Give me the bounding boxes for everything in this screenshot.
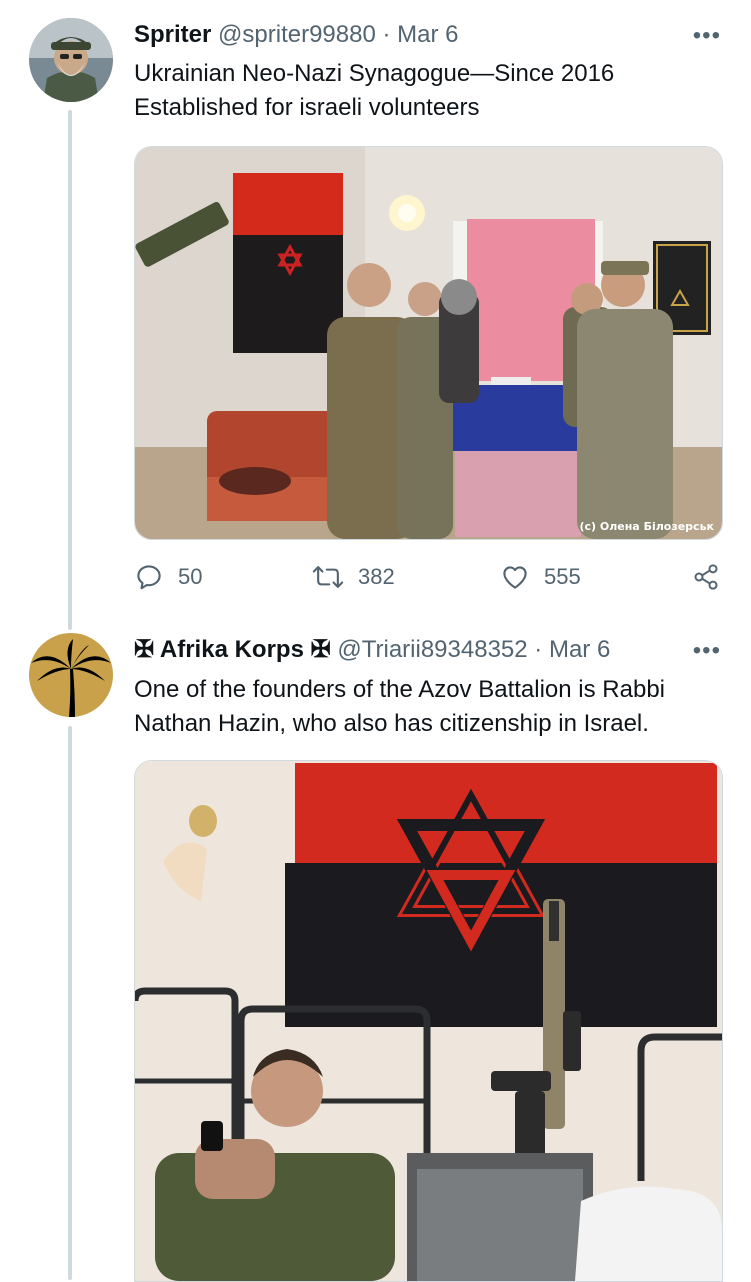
- heart-icon: [503, 566, 527, 589]
- thread-line-2: [68, 726, 72, 1280]
- avatar-palm-image: [29, 633, 113, 717]
- avatar-image: [29, 18, 113, 102]
- thread-line-1: [68, 110, 72, 630]
- avatar[interactable]: [29, 18, 113, 102]
- retweet-count: 382: [358, 564, 395, 589]
- retweet-icon: [312, 566, 344, 588]
- like-button[interactable]: 555: [500, 562, 581, 592]
- tweet-text-line: One of the founders of the Azov Battalio…: [134, 676, 665, 703]
- share-icon: [694, 564, 718, 590]
- timestamp[interactable]: · Mar 6: [534, 636, 610, 663]
- tweet-text: One of the founders of the Azov Battalio…: [134, 673, 665, 741]
- like-count: 555: [544, 564, 581, 589]
- tweet-text-line: Established for israeli volunteers: [134, 94, 480, 121]
- tweet-photo[interactable]: (c) Олена Білозерськ: [134, 146, 723, 540]
- handle[interactable]: @spriter99880: [218, 21, 376, 48]
- photo-bedroom-flag: [135, 761, 722, 1281]
- photo-credit: (c) Олена Білозерськ: [579, 520, 714, 533]
- avatar[interactable]: [29, 633, 113, 717]
- more-options-button[interactable]: •••: [693, 22, 721, 50]
- timestamp[interactable]: · Mar 6: [382, 21, 458, 48]
- tweet-text: Ukrainian Neo-Nazi Synagogue—Since 2016 …: [134, 57, 614, 125]
- reply-icon: [137, 565, 161, 590]
- tweet-text-line: Nathan Hazin, who also has citizenship i…: [134, 710, 649, 737]
- reply-count: 50: [178, 564, 203, 589]
- tweet-header: ✠ Afrika Korps ✠ @Triarii89348352 · Mar …: [134, 635, 610, 665]
- photo-synagogue-room: [135, 147, 722, 539]
- tweet-text-line: Ukrainian Neo-Nazi Synagogue—Since 2016: [134, 60, 615, 87]
- handle[interactable]: @Triarii89348352: [337, 636, 527, 663]
- display-name[interactable]: ✠ Afrika Korps ✠: [134, 636, 331, 663]
- retweet-button[interactable]: 382: [312, 562, 395, 592]
- more-options-button[interactable]: •••: [693, 637, 721, 665]
- tweet-header: Spriter @spriter99880 · Mar 6: [134, 20, 459, 50]
- reply-button[interactable]: 50: [134, 562, 202, 592]
- tweet-photo[interactable]: [134, 760, 723, 1282]
- tweet-actions: 50 382 555: [134, 562, 721, 596]
- display-name[interactable]: Spriter: [134, 21, 211, 48]
- share-button[interactable]: [692, 562, 720, 592]
